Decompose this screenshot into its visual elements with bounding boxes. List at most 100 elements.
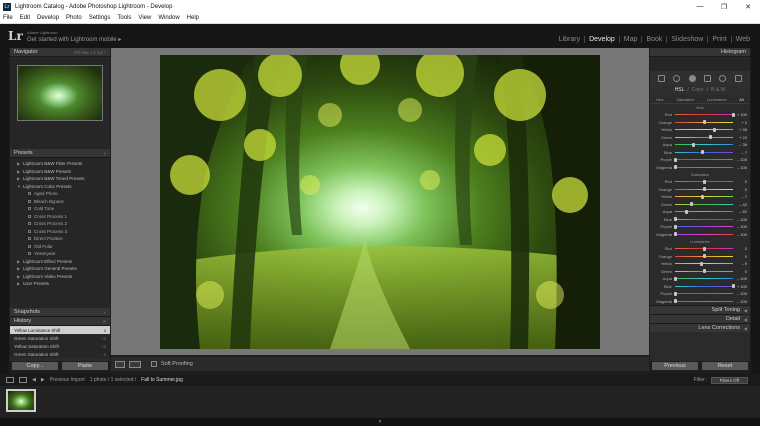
- menu-develop[interactable]: Develop: [37, 15, 59, 21]
- slider-value[interactable]: + 35: [733, 127, 747, 132]
- slider-knob[interactable]: [684, 209, 688, 214]
- graduated-filter-icon[interactable]: [704, 74, 712, 82]
- slider-track[interactable]: [675, 269, 733, 274]
- menu-edit[interactable]: Edit: [20, 15, 30, 21]
- slider-value[interactable]: – 100: [733, 217, 747, 222]
- slider-track[interactable]: [675, 194, 733, 199]
- preset-folder[interactable]: ▶ Lightroom B&W Toned Presets: [10, 175, 110, 183]
- slider-track[interactable]: [675, 150, 733, 155]
- preset-item[interactable]: Old Polar: [10, 243, 110, 251]
- slider-knob[interactable]: [700, 194, 704, 199]
- soft-proofing-checkbox[interactable]: [151, 361, 157, 367]
- slider-knob[interactable]: [702, 254, 706, 259]
- minimize-button[interactable]: —: [688, 3, 712, 10]
- preset-folder[interactable]: ▶ Lightroom Video Presets: [10, 273, 110, 281]
- slider-track[interactable]: [675, 112, 735, 117]
- adjustment-brush-icon[interactable]: [734, 74, 742, 82]
- slider-track[interactable]: [673, 224, 733, 229]
- photo-preview[interactable]: [160, 55, 600, 349]
- detail-header[interactable]: Detail ◀: [650, 314, 750, 323]
- preset-folder[interactable]: ▼ Lightroom Color Presets: [10, 183, 110, 191]
- tab-bw[interactable]: B & W: [711, 87, 725, 93]
- navigator-zoom-options[interactable]: FIT FILL 1:1 3:1 ÷: [74, 50, 106, 55]
- slider-value[interactable]: – 42: [733, 202, 747, 207]
- preset-item[interactable]: Direct Positive: [10, 235, 110, 243]
- slider-value[interactable]: – 7: [733, 150, 747, 155]
- module-library[interactable]: Library: [555, 36, 586, 43]
- slider-track[interactable]: [675, 135, 733, 140]
- slider-track[interactable]: [673, 157, 733, 162]
- navigator-header[interactable]: Navigator FIT FILL 1:1 3:1 ÷: [10, 48, 110, 57]
- menu-settings[interactable]: Settings: [89, 15, 111, 21]
- slider-value[interactable]: – 7: [733, 194, 747, 199]
- filmstrip-toggle-strip[interactable]: ▼: [0, 418, 760, 426]
- preset-item[interactable]: Yesteryear: [10, 250, 110, 258]
- preset-item[interactable]: Bleach Bypass: [10, 198, 110, 206]
- menu-tools[interactable]: Tools: [117, 15, 131, 21]
- slider-knob[interactable]: [702, 179, 706, 184]
- slider-value[interactable]: – 100: [733, 157, 747, 162]
- slider-value[interactable]: + 2: [733, 120, 747, 125]
- spot-removal-icon[interactable]: [673, 74, 681, 82]
- slider-value[interactable]: – 100: [733, 299, 747, 304]
- slider-track[interactable]: [675, 202, 733, 207]
- clear-history-icon[interactable]: ✕: [103, 319, 106, 324]
- module-map[interactable]: Map: [620, 36, 643, 43]
- presets-header[interactable]: Presets +: [10, 149, 110, 158]
- history-step[interactable]: Yellow Saturation Shift +5: [10, 342, 110, 350]
- slider-value[interactable]: – 100: [733, 232, 747, 237]
- slider-knob[interactable]: [731, 112, 735, 117]
- slider-value[interactable]: 0: [733, 254, 747, 259]
- module-web[interactable]: Web: [732, 36, 754, 43]
- slider-value[interactable]: + 100: [733, 284, 747, 289]
- previous-button[interactable]: Previous: [652, 362, 698, 370]
- preset-folder[interactable]: ▶ Lightroom General Presets: [10, 265, 110, 273]
- preset-item[interactable]: Aged Photo: [10, 190, 110, 198]
- slider-track[interactable]: [673, 276, 733, 281]
- slider-value[interactable]: – 100: [733, 165, 747, 170]
- slider-value[interactable]: – 36: [733, 142, 747, 147]
- module-slideshow[interactable]: Slideshow: [667, 36, 709, 43]
- slider-knob[interactable]: [673, 217, 677, 222]
- image-canvas[interactable]: [111, 48, 649, 355]
- menu-window[interactable]: Window: [158, 15, 179, 21]
- slider-value[interactable]: + 22: [733, 135, 747, 140]
- history-step[interactable]: Yellow Luminance Shift 0: [10, 326, 110, 334]
- preset-folder[interactable]: ▶ Lightroom B&W Filter Presets: [10, 160, 110, 168]
- slider-knob[interactable]: [712, 127, 716, 132]
- slider-track[interactable]: [673, 232, 733, 237]
- second-window-icon[interactable]: [19, 377, 27, 383]
- slider-track[interactable]: [673, 299, 733, 304]
- menu-file[interactable]: File: [3, 15, 13, 21]
- split-toning-header[interactable]: Split Toning ◀: [650, 305, 750, 314]
- slider-knob[interactable]: [673, 276, 677, 281]
- slider-value[interactable]: – 100: [733, 291, 747, 296]
- navigator-preview[interactable]: [10, 57, 110, 149]
- preset-item[interactable]: Cold Tone: [10, 205, 110, 213]
- close-button[interactable]: ✕: [736, 3, 760, 11]
- crop-tool-icon[interactable]: [658, 74, 666, 82]
- slider-track[interactable]: [675, 209, 733, 214]
- slider-knob[interactable]: [702, 246, 706, 251]
- slider-track[interactable]: [675, 120, 733, 125]
- grid-view-icon[interactable]: [6, 377, 14, 383]
- module-print[interactable]: Print: [708, 36, 732, 43]
- paste-button[interactable]: Paste: [62, 362, 108, 370]
- forward-arrow-icon[interactable]: ▶: [41, 377, 45, 383]
- module-book[interactable]: Book: [642, 36, 668, 43]
- slider-track[interactable]: [675, 127, 733, 132]
- preset-item[interactable]: Cross Process 2: [10, 220, 110, 228]
- menu-view[interactable]: View: [138, 15, 151, 21]
- slider-knob[interactable]: [673, 232, 677, 237]
- tab-color[interactable]: Color: [692, 87, 704, 93]
- snapshots-header[interactable]: Snapshots +: [10, 308, 110, 317]
- slider-track[interactable]: [675, 246, 733, 251]
- right-panel-toggle-strip[interactable]: [751, 48, 760, 374]
- slider-knob[interactable]: [690, 202, 694, 207]
- slider-value[interactable]: + 100: [733, 112, 747, 117]
- slider-knob[interactable]: [692, 142, 696, 147]
- add-snapshot-icon[interactable]: +: [104, 310, 106, 315]
- tab-hsl[interactable]: HSL: [675, 87, 685, 93]
- preset-item[interactable]: Cross Process 1: [10, 213, 110, 221]
- slider-value[interactable]: 0: [733, 246, 747, 251]
